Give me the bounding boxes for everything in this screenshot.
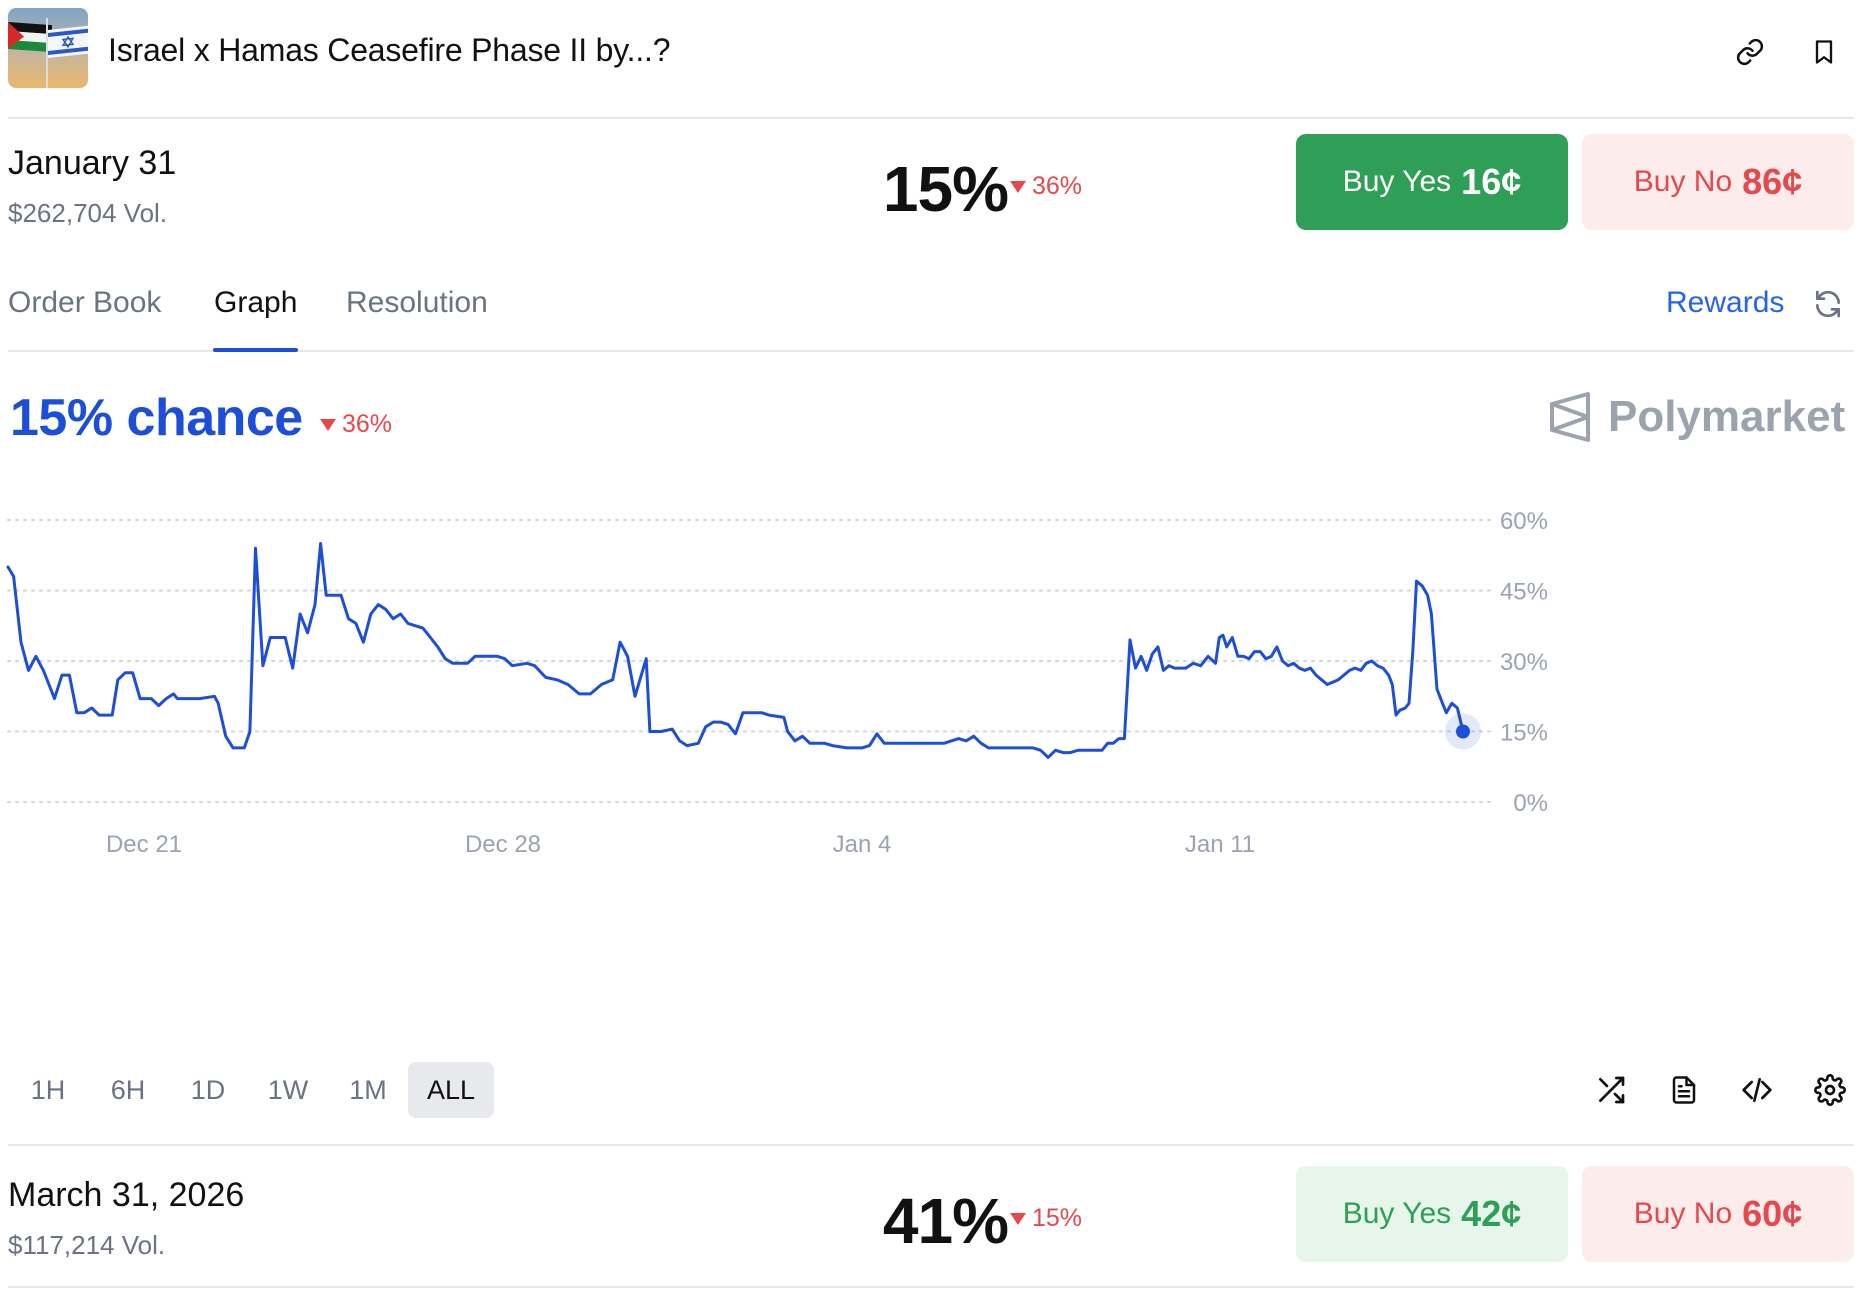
tab-graph[interactable]: Graph [214, 286, 297, 320]
down-triangle-icon [1010, 1212, 1026, 1225]
buy-no-price: 60¢ [1742, 1193, 1803, 1234]
buy-yes-price: 42¢ [1461, 1193, 1522, 1234]
y-tick-label: 45% [1500, 579, 1548, 606]
market-header: Israel x Hamas Ceasefire Phase II by...? [8, 8, 1854, 119]
last-point-marker[interactable] [1456, 724, 1470, 739]
x-tick-label: Jan 4 [833, 831, 892, 858]
x-tick-label: Jan 11 [1185, 831, 1255, 858]
range-all-button[interactable]: ALL [408, 1062, 494, 1118]
y-tick-label: 15% [1500, 720, 1548, 747]
bookmark-icon[interactable] [1804, 32, 1844, 72]
y-tick-label: 0% [1513, 790, 1548, 817]
refresh-icon[interactable] [1812, 288, 1844, 325]
active-tab-indicator [213, 348, 298, 352]
document-icon[interactable] [1660, 1066, 1708, 1114]
market-change-value: 36% [1032, 172, 1083, 200]
range-1d-button[interactable]: 1D [168, 1062, 248, 1118]
market-title: Israel x Hamas Ceasefire Phase II by...? [108, 32, 671, 68]
range-1w-button[interactable]: 1W [248, 1062, 328, 1118]
market-percent: 41% [882, 1185, 1009, 1257]
x-tick-label: Dec 21 [106, 831, 182, 858]
market-date: January 31 [8, 144, 177, 182]
rewards-link[interactable]: Rewards [1666, 286, 1784, 320]
market-row-january-31[interactable]: January 31 $262,704 Vol. 15% 36% Buy Yes… [8, 130, 1854, 260]
price-chart[interactable]: 60% 45% 30% 15% 0% Dec 21 Dec 28 Jan 4 Jan 11 [0, 490, 1862, 1030]
range-1h-button[interactable]: 1H [8, 1062, 88, 1118]
market-volume: $117,214 Vol. [8, 1230, 166, 1260]
range-1m-button[interactable]: 1M [328, 1062, 408, 1118]
tab-order-book[interactable]: Order Book [8, 286, 161, 320]
buy-no-button[interactable]: Buy No 86¢ [1582, 134, 1854, 230]
market-tabs: Order Book Graph Resolution Rewards [8, 262, 1854, 352]
buy-yes-label: Buy Yes [1342, 1197, 1452, 1230]
chance-change: 36% [320, 410, 392, 439]
y-tick-label: 30% [1500, 649, 1548, 676]
settings-gear-icon[interactable] [1806, 1066, 1854, 1114]
buy-no-label: Buy No [1633, 165, 1733, 198]
chance-label: 15% chance [10, 389, 303, 447]
market-change: 15% [1010, 1204, 1082, 1233]
buy-yes-button[interactable]: Buy Yes 16¢ [1296, 134, 1568, 230]
brand-name: Polymarket [1608, 392, 1846, 441]
series-line [6, 542, 1465, 759]
chance-change-value: 36% [342, 410, 393, 438]
market-thumbnail [8, 8, 88, 88]
polymarket-icon [1550, 392, 1590, 442]
section-divider [8, 1286, 1854, 1288]
code-embed-icon[interactable] [1733, 1066, 1781, 1114]
section-divider [8, 1144, 1854, 1146]
range-6h-button[interactable]: 6H [88, 1062, 168, 1118]
buy-yes-price: 16¢ [1461, 161, 1522, 202]
market-percent: 15% [882, 153, 1009, 225]
buy-no-button[interactable]: Buy No 60¢ [1582, 1166, 1854, 1262]
down-triangle-icon [320, 418, 336, 431]
market-row-march-31-2026[interactable]: March 31, 2026 $117,214 Vol. 41% 15% Buy… [8, 1162, 1854, 1290]
market-change-value: 15% [1032, 1204, 1083, 1232]
link-icon[interactable] [1730, 32, 1770, 72]
down-triangle-icon [1010, 180, 1026, 193]
market-date: March 31, 2026 [8, 1176, 245, 1214]
buy-no-label: Buy No [1633, 1197, 1733, 1230]
polymarket-logo: Polymarket [1548, 392, 1845, 442]
y-tick-label: 60% [1500, 508, 1548, 535]
time-range-selector: 1H 6H 1D 1W 1M ALL [8, 1062, 494, 1118]
market-change: 36% [1010, 172, 1082, 201]
market-volume: $262,704 Vol. [8, 198, 168, 228]
buy-yes-label: Buy Yes [1342, 165, 1452, 198]
tab-resolution[interactable]: Resolution [346, 286, 488, 320]
buy-yes-button[interactable]: Buy Yes 42¢ [1296, 1166, 1568, 1262]
shuffle-icon[interactable] [1587, 1066, 1635, 1114]
x-tick-label: Dec 28 [465, 831, 541, 858]
buy-no-price: 86¢ [1742, 161, 1803, 202]
